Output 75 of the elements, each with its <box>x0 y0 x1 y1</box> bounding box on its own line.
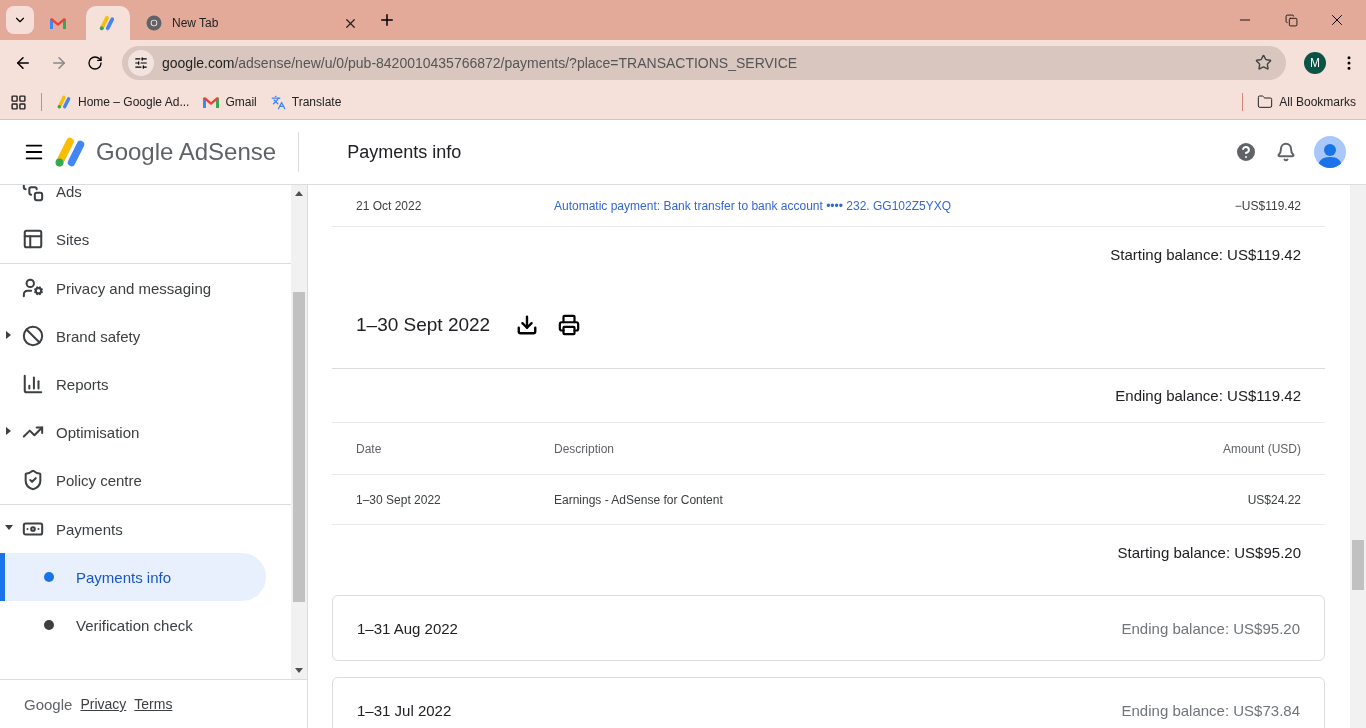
nav-item[interactable]: Brand safety <box>0 312 291 360</box>
block-icon <box>22 325 44 347</box>
folder-icon[interactable] <box>1257 94 1274 110</box>
table-cell-text: 1–30 Sept 2022 <box>356 492 442 507</box>
period-title: 1–30 Sept 2022 <box>356 313 491 336</box>
scrollbar[interactable] <box>291 185 307 679</box>
page-title: Payments info <box>347 141 462 163</box>
caret-icon[interactable] <box>6 427 12 435</box>
reload-icon[interactable] <box>87 54 103 71</box>
column-header: Description <box>554 441 616 456</box>
footer-link[interactable]: Terms <box>134 696 173 712</box>
sliders-icon[interactable] <box>134 55 148 70</box>
globe-icon <box>146 15 162 31</box>
nav-item[interactable]: Ads <box>0 185 291 215</box>
scroll-down-icon[interactable] <box>295 668 303 673</box>
period-title: 1–31 Jul 2022 <box>357 701 452 719</box>
bullet-icon <box>44 572 54 582</box>
download-button[interactable] <box>516 313 539 336</box>
browser-tab[interactable]: New Tab <box>134 6 370 40</box>
ending-balance: Ending balance: US$73.84 <box>1121 701 1300 719</box>
nav-item[interactable]: Payments <box>0 505 291 553</box>
table-cell-text: Earnings - AdSense for Content <box>554 492 724 507</box>
period-title: 1–31 Aug 2022 <box>357 619 458 637</box>
translate-icon <box>270 94 286 110</box>
footer-link[interactable]: Privacy <box>80 696 127 712</box>
layout-icon <box>22 228 44 250</box>
gmail-icon[interactable] <box>203 96 220 108</box>
bullet-icon <box>44 620 54 630</box>
bookmark-star-icon[interactable] <box>1255 54 1272 71</box>
nav-item[interactable]: Optimisation <box>0 408 291 456</box>
nav-item[interactable]: Privacy and messaging <box>0 264 291 312</box>
restore-icon[interactable] <box>1284 13 1298 27</box>
help-button[interactable] <box>1234 140 1258 164</box>
google-wordmark: Google <box>24 695 73 713</box>
caret-icon[interactable] <box>6 331 12 339</box>
amount-text: −US$119.42 <box>1233 198 1301 213</box>
bookmark-link[interactable]: Home – Google Ad... <box>56 94 190 110</box>
table-cell-text: US$24.22 <box>1246 492 1301 507</box>
nav-item[interactable]: Sites <box>0 215 291 263</box>
profile-avatar[interactable]: M <box>1304 51 1326 74</box>
nav-subitem[interactable]: Verification check <box>0 601 266 649</box>
scrollbar[interactable] <box>1350 185 1366 728</box>
adsense-logo-icon[interactable] <box>98 14 116 32</box>
bar-chart-icon <box>22 373 44 395</box>
tab-title: New Tab <box>172 16 220 30</box>
caret-icon[interactable] <box>6 524 12 532</box>
ending-balance: Ending balance: US$95.20 <box>1121 619 1300 637</box>
address-bar[interactable]: google.com/adsense/new/u/0/pub-8420010435766872/payments/?place=TRANSACTIONS_SERVICE <box>122 45 1286 80</box>
column-header: Amount (USD) <box>1221 441 1301 456</box>
scroll-up-icon[interactable] <box>295 191 303 196</box>
browser-tab[interactable] <box>86 6 130 40</box>
bookmark-link[interactable]: Gmail <box>203 95 257 109</box>
new-tab-icon[interactable] <box>378 11 396 29</box>
nav-subitem[interactable]: Payments info <box>0 553 266 601</box>
site-info-button[interactable] <box>128 49 154 76</box>
logo-text: Google AdSense <box>96 138 277 166</box>
starting-balance: Starting balance: US$119.42 <box>1110 245 1301 263</box>
account-avatar[interactable] <box>1314 136 1346 168</box>
transaction-link[interactable]: Automatic payment: Bank transfer to bank account •••• 232. GG102Z5YXQ <box>554 198 1101 213</box>
date-text: 21 Oct 2022 <box>356 198 423 213</box>
apps-icon[interactable] <box>10 93 27 111</box>
url-text: google.com/adsense/new/u/0/pub-8420010435766872/payments/?place=TRANSACTIONS_SERVICE <box>162 54 799 71</box>
all-bookmarks-link[interactable]: All Bookmarks <box>1257 94 1356 110</box>
print-button[interactable] <box>558 313 581 336</box>
period-card[interactable]: 1–31 Jul 2022 Ending balance: US$73.84 <box>332 677 1325 728</box>
period-card[interactable]: 1–31 Aug 2022 Ending balance: US$95.20 <box>332 595 1325 661</box>
starting-balance: Starting balance: US$95.20 <box>1117 543 1301 561</box>
ending-balance: Ending balance: US$119.42 <box>1115 387 1301 404</box>
nav-item[interactable]: Reports <box>0 360 291 408</box>
bookmark-link[interactable]: Translate <box>270 94 342 110</box>
column-header: Date <box>356 441 383 456</box>
adsense-logo-icon[interactable] <box>56 94 72 110</box>
notifications-button[interactable] <box>1276 142 1296 162</box>
ad-unit-icon <box>22 185 44 202</box>
nav-item[interactable]: Policy centre <box>0 456 291 504</box>
